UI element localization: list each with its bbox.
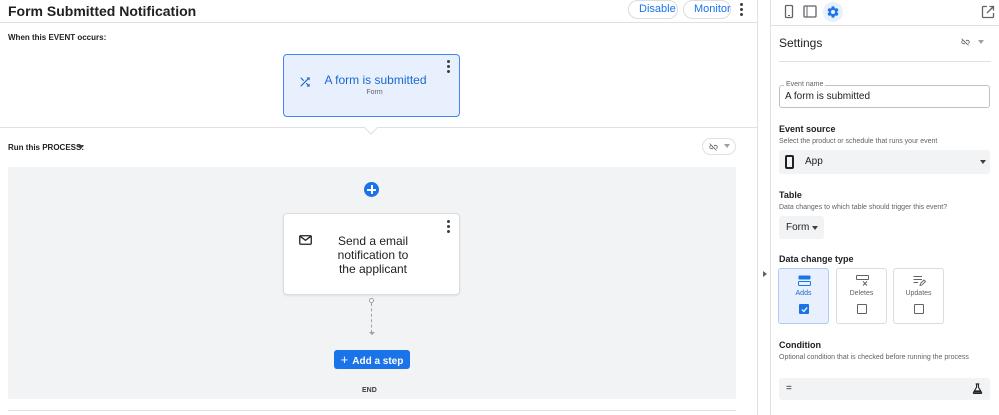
bot-editor: Form Submitted Notification Disable Moni… [0,0,999,415]
collapse-arrow-icon[interactable] [763,271,767,277]
condition-title: Condition [779,340,821,350]
chevron-down-icon [978,40,984,44]
tablet-icon[interactable] [800,2,820,22]
adds-label: Adds [795,290,812,297]
chevron-down-icon[interactable] [78,145,84,149]
deletes-checkbox[interactable] [857,304,867,314]
condition-desc: Optional condition that is checked befor… [779,354,969,361]
gear-icon [827,6,839,18]
add-row-icon [798,275,811,286]
chevron-down-icon [980,160,986,164]
phone-icon [785,155,794,169]
event-source-value: App [805,156,823,167]
add-circle-icon[interactable] [364,182,379,197]
event-name-value[interactable]: A form is submitted [785,91,870,102]
adds-checkbox[interactable] [799,304,809,314]
mail-icon [299,235,312,245]
condition-input[interactable] [779,378,990,400]
data-change-title: Data change type [779,254,854,264]
disable-button[interactable]: Disable [628,0,678,19]
event-card-title: A form is submitted [324,73,427,87]
add-step-label: Add a step [352,356,404,367]
panel-tabs [771,0,999,26]
data-change-deletes[interactable]: Deletes [836,268,887,324]
plus-icon: + [340,352,349,367]
connector-line [371,303,372,333]
connector-arrow [369,332,375,335]
edit-row-icon [913,276,926,286]
phone-icon[interactable] [779,2,799,22]
end-label: END [362,387,377,394]
monitor-button[interactable]: Monitor [683,0,731,19]
settings-panel: Settings Event name A form is submitted … [771,0,999,415]
step-card-menu-icon[interactable] [443,220,453,233]
panel-splitter[interactable] [757,0,771,415]
event-card-menu-icon[interactable] [443,60,453,73]
unlink-toggle[interactable] [960,36,990,50]
pointer-notch [364,127,378,135]
data-change-adds[interactable]: Adds [778,268,829,324]
event-source-desc: Select the product or schedule that runs… [779,138,938,145]
delete-row-icon [856,275,869,286]
open-in-new-icon[interactable] [978,2,998,22]
event-card[interactable]: A form is submitted Form [283,54,460,117]
chevron-down-icon [812,226,818,230]
updates-label: Updates [905,290,932,297]
table-title: Table [779,190,802,200]
editor-header: Form Submitted Notification Disable Moni… [0,0,757,23]
tab-settings[interactable] [823,2,843,22]
bot-canvas: Form Submitted Notification Disable Moni… [0,0,757,415]
updates-checkbox[interactable] [914,304,924,314]
link-off-icon [961,38,970,46]
step-card[interactable]: Send a email notification to the applica… [283,213,460,295]
chevron-down-icon [724,144,730,148]
data-change-updates[interactable]: Updates [893,268,944,324]
add-step-button[interactable]: + Add a step [334,350,410,369]
settings-title: Settings [779,36,823,50]
step-title: Send a email notification to the applica… [337,234,409,276]
event-source-title: Event source [779,124,836,134]
page-title: Form Submitted Notification [8,3,197,19]
deletes-label: Deletes [849,290,874,297]
check-icon [801,307,808,313]
table-value: Form [786,222,810,233]
unlink-toggle[interactable] [702,138,736,155]
link-off-icon [709,143,718,151]
section-divider [0,127,757,128]
process-section-label: Run this PROCESS: [8,143,85,152]
table-desc: Data changes to which table should trigg… [779,204,948,211]
event-section-label: When this EVENT occurs: [8,33,107,42]
event-name-label: Event name [784,81,826,88]
event-card-subtitle: Form [366,89,383,96]
section-divider [779,61,991,62]
condition-value[interactable]: = [786,383,792,394]
flask-icon[interactable] [972,383,983,394]
more-options-icon[interactable] [736,3,746,16]
section-divider [8,410,736,411]
